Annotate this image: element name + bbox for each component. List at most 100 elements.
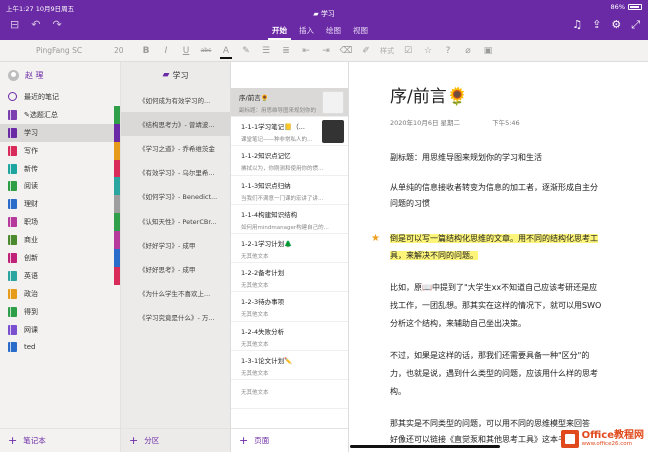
section-item[interactable]: 《学习究竟是什么》- 万... (121, 305, 230, 329)
section-color-strip (114, 338, 120, 356)
checkbox-icon[interactable]: ☑ (398, 46, 418, 56)
tab-insert[interactable]: 插入 (295, 23, 318, 40)
expand-icon[interactable]: ⤢ (631, 18, 640, 32)
outdent-icon[interactable]: ⇤ (296, 46, 316, 56)
notebook-item[interactable]: 职场 (0, 213, 120, 232)
notebook-item[interactable]: 阅读 (0, 177, 120, 196)
note-canvas[interactable]: 序/前言🌻 2020年10月6日 星期二 下午5:46 副标题：用思维导图来规划… (349, 62, 648, 452)
notebook-label: ted (24, 343, 36, 352)
highlighted-line-2[interactable]: 具，来解决不同的问题。 (390, 248, 648, 264)
add-section-button[interactable]: + 分区 (121, 428, 230, 452)
paragraph-1-line-1[interactable]: 从单纯的信息接收者转变为信息的加工者，逐渐形成自主分 (390, 180, 648, 196)
italic-button[interactable]: I (156, 46, 176, 56)
clipboard-icon[interactable]: ▣ (478, 46, 498, 56)
page-item[interactable]: 1-1-2知识点记忆 拂拭以为，你刚测和使用你的惯... (231, 146, 348, 176)
section-item[interactable]: 《认知天性》- PeterCBr... (121, 208, 230, 232)
page-item[interactable]: 1-1-1学习笔记📒（... 课堂笔记——种非常私人的笔记方式 (231, 117, 348, 147)
tab-draw[interactable]: 绘图 (322, 23, 345, 40)
notebook-item[interactable]: 学习 (0, 123, 120, 142)
notebook-item[interactable]: 网课 (0, 321, 120, 339)
notebook-item[interactable]: 创新 (0, 249, 120, 267)
notebook-item[interactable]: 最近的笔记 (0, 88, 120, 106)
undo-icon[interactable]: ↶ (31, 18, 40, 31)
notebook-item[interactable]: 写作 (0, 141, 120, 160)
paragraph-4-line-1[interactable]: 不过，如果是这样的话，那我们还需要具备一种"区分"的 (390, 348, 648, 364)
section-item[interactable]: 《如何学习》- Benedict... (121, 184, 230, 208)
section-item[interactable]: 《如何成为有效学习的... (121, 88, 230, 112)
page-item[interactable]: 1-1-4构建知识结构 如何用mindmanager构建自己的... (231, 205, 348, 234)
numbered-list-icon[interactable]: ≣ (276, 46, 296, 56)
subtitle-paragraph[interactable]: 副标题：用思维导图来规划你的学习和生活 (390, 150, 648, 166)
tab-view[interactable]: 视图 (349, 23, 372, 40)
paragraph-4-line-2[interactable]: 力，也就是说，遇到什么类型的问题，应该用什么样的思考 (390, 366, 648, 382)
notebook-item[interactable]: 得到 (0, 303, 120, 321)
section-item[interactable]: 《好好思考》- 成甲 (121, 257, 230, 281)
bell-icon[interactable]: ♫ (572, 18, 582, 32)
section-color-strip (114, 123, 120, 142)
highlight-text: 具，来解决不同的问题。 (390, 251, 478, 260)
page-item-preview: 无其他文本 (241, 283, 269, 290)
paragraph-1-line-2[interactable]: 问题的习惯 (390, 196, 648, 212)
section-item[interactable]: 《结构思考力》- 曾靖波... (121, 112, 230, 137)
font-size-field[interactable]: 20 (114, 46, 136, 55)
share-icon[interactable]: ⇪ (592, 18, 601, 32)
toggle-sidebar-icon[interactable]: ⊟ (10, 18, 19, 31)
star-tag-icon[interactable]: ★ (371, 233, 380, 244)
highlighted-line-1[interactable]: 倒是可以写一篇结构化思维的文章。用不同的结构化思考工 (390, 231, 648, 247)
notebook-label: 得到 (24, 307, 38, 316)
paragraph-3-line-3[interactable]: 分析这个结构，来辅助自己坐出决策。 (390, 316, 648, 332)
redo-icon[interactable]: ↷ (52, 18, 61, 31)
star-tag-icon[interactable]: ☆ (418, 46, 438, 56)
clear-tag-icon[interactable]: ⌀ (458, 46, 478, 56)
page-item[interactable]: 1-2-4失败分析 无其他文本 (231, 322, 348, 351)
notebook-item[interactable]: ✎选题汇总 (0, 105, 120, 124)
page-item-title: 1-1-1学习笔记📒（... (241, 123, 305, 132)
page-item-preview: 无其他文本 (241, 312, 269, 319)
notebook-item[interactable]: ted (0, 338, 120, 356)
font-name-field[interactable]: PingFang SC (36, 46, 114, 55)
page-item[interactable]: 1-2-1学习计划🌲 无其他文本 (231, 234, 348, 264)
page-item[interactable]: 无其他文本 (231, 380, 348, 410)
font-color-button[interactable]: A (216, 46, 236, 59)
highlighter-icon[interactable]: ✎ (236, 46, 256, 56)
page-item[interactable]: 1-1-3知识点归纳 当我们不满意一门课的宏讲了讲... (231, 176, 348, 205)
notebook-icon (8, 288, 17, 299)
page-item[interactable]: 1-2-3待办事项 无其他文本 (231, 292, 348, 322)
bold-button[interactable]: B (136, 46, 156, 56)
paragraph-3-line-2[interactable]: 找工作，一团乱想。那其实在这样的情况下，就可以用SWO (390, 298, 648, 314)
bullet-list-icon[interactable]: ☰ (256, 46, 276, 56)
paragraph-4-line-3[interactable]: 构。 (390, 384, 648, 400)
notebook-item[interactable]: 政治 (0, 285, 120, 303)
styles-icon[interactable]: ✐ (356, 46, 376, 56)
notebook-item[interactable]: 新传 (0, 159, 120, 178)
styles-label[interactable]: 样式 (380, 46, 394, 56)
underline-button[interactable]: U (176, 46, 196, 56)
top-bar: 上午1:27 10月9日周五 86% ▰ 学习 ⊟ ↶ ↷ 开始 插入 绘图 视… (0, 0, 648, 40)
add-page-button[interactable]: + 页面 (231, 428, 348, 452)
section-item[interactable]: 《有效学习》- 乌尔里希... (121, 160, 230, 184)
plus-icon: + (129, 434, 139, 447)
strikethrough-button[interactable]: abc (196, 47, 216, 54)
section-item[interactable]: 《好好学习》- 成甲 (121, 233, 230, 257)
top-right-icons: ♫ ⇪ ⚙ ⤢ (572, 18, 640, 32)
add-notebook-button[interactable]: + 笔记本 (0, 428, 120, 452)
indent-icon[interactable]: ⇥ (316, 46, 336, 56)
user-row[interactable]: 赵 瑆 (0, 62, 120, 88)
notebook-item[interactable]: 商业 (0, 231, 120, 250)
tab-home[interactable]: 开始 (268, 23, 291, 40)
highlight-text: 倒是可以写一篇结构化思维的文章。用不同的结构化思考工 (390, 234, 598, 243)
page-item[interactable]: 序/前言🌻 副标题：用思维导图来规划你的 (231, 88, 348, 118)
page-item[interactable]: 1-3-1论文计划✏️ 无其他文本 (231, 351, 348, 380)
question-tag-icon[interactable]: ? (438, 46, 458, 56)
eraser-icon[interactable]: ⌫ (336, 46, 356, 56)
section-item[interactable]: 《为什么学生不喜欢上... (121, 281, 230, 305)
page-item[interactable]: 1-2-2备考计划 无其他文本 (231, 263, 348, 293)
user-name: 赵 瑆 (25, 70, 44, 80)
notebook-label: 英语 (24, 271, 38, 280)
gear-icon[interactable]: ⚙ (611, 18, 621, 32)
page-title[interactable]: 序/前言🌻 (390, 82, 468, 107)
section-item[interactable]: 《学习之道》- 乔希维茨金 (121, 136, 230, 160)
notebook-item[interactable]: 英语 (0, 266, 120, 285)
notebook-item[interactable]: 理财 (0, 195, 120, 214)
paragraph-3-line-1[interactable]: 比如，原📖中提到了"大学生xx不知道自己应该考研还是应 (390, 280, 648, 296)
